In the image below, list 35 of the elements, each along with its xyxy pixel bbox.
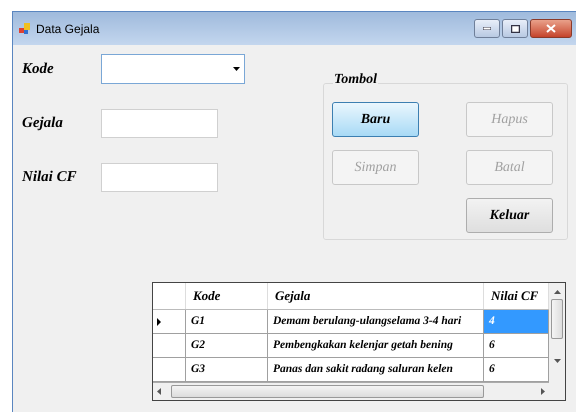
input-field[interactable] [101,162,218,192]
column-header[interactable]: Gejala [268,283,484,309]
maximize-button[interactable] [502,19,528,38]
vertical-scrollbar[interactable] [549,283,565,383]
field-label: Kode [22,60,55,79]
minimize-button[interactable] [474,19,500,38]
close-icon [546,24,556,33]
current-row-icon [157,318,161,326]
scroll-up-icon [554,290,560,294]
scroll-thumb[interactable] [171,385,484,398]
table-cell: Pembengkakan kelenjar getah bening [268,334,484,357]
maximize-icon [510,24,520,32]
scroll-down-icon [554,359,560,363]
code-dropdown[interactable] [101,54,245,84]
horizontal-scrollbar[interactable] [153,383,549,400]
field-label: Nilai CF [22,168,78,187]
table-cell: G3 [186,358,268,381]
close-button[interactable] [530,19,572,38]
field-label: Gejala [22,114,64,133]
table-cell: G1 [186,310,268,333]
scroll-left-icon [157,388,161,395]
action-button[interactable]: Baru [332,102,419,137]
table-cell: G2 [186,334,268,357]
input-field[interactable] [101,108,218,138]
action-button[interactable]: Keluar [466,198,553,233]
dropdown-arrow-icon [233,67,240,71]
scroll-right-icon [541,388,545,395]
table-cell: 4 [484,310,549,333]
scroll-thumb[interactable] [551,299,563,339]
column-header[interactable]: Kode [186,283,268,309]
table-cell: Panas dan sakit radang saluran kelen [268,358,484,381]
window-title: Data Gejala [36,20,100,38]
group-title: Tombol [333,72,378,87]
app-icon [19,22,31,34]
minimize-icon [483,27,491,30]
